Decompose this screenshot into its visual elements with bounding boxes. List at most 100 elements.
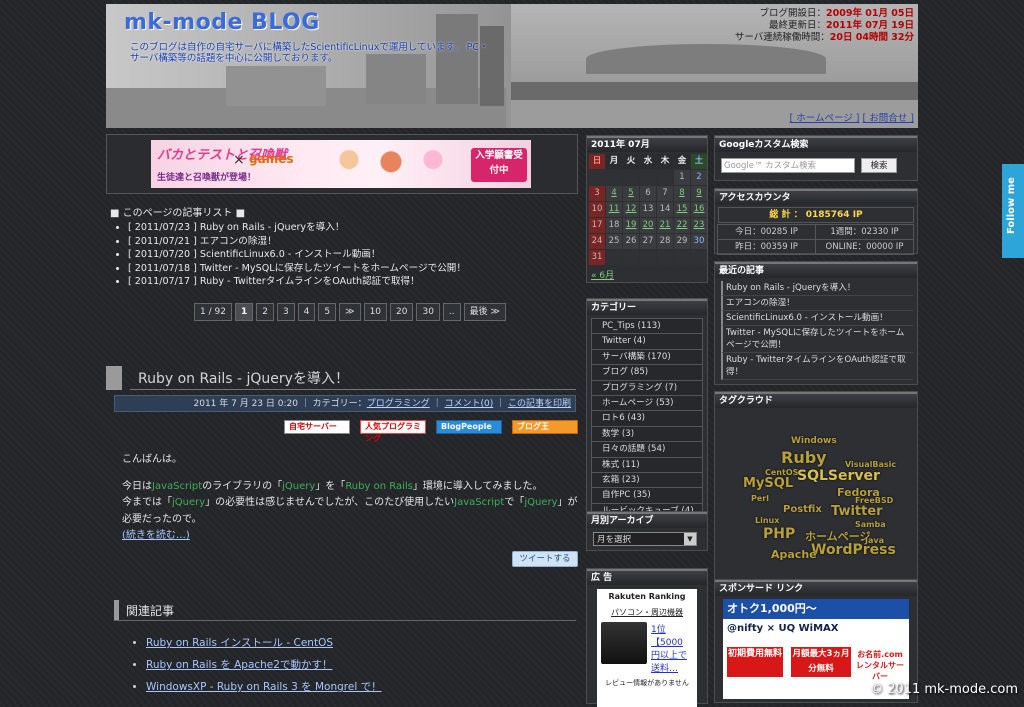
recent-item[interactable]: エアコンの除湿！ (721, 296, 913, 311)
category-item[interactable]: ホームページ (53) (591, 394, 703, 412)
page-1[interactable]: 1 (234, 303, 254, 321)
article-list-item[interactable]: [ 2011/07/23 ] Ruby on Rails - jQueryを導入… (128, 221, 466, 235)
page-10[interactable]: 10 (363, 303, 388, 321)
page-last[interactable]: 最後 ≫ (463, 303, 506, 321)
calendar-day[interactable]: 4 (606, 186, 622, 201)
category-item[interactable]: 日々の話題 (54) (591, 441, 703, 458)
calendar-day[interactable]: 8 (674, 186, 690, 201)
google-search-title: Googleカスタム検索 (715, 136, 917, 152)
calendar-day[interactable]: 23 (691, 218, 707, 233)
calendar-day[interactable]: 19 (623, 218, 639, 233)
calendar-day[interactable]: 5 (623, 186, 639, 201)
category-item[interactable]: 株式 (11) (591, 456, 703, 473)
access-counter-widget: アクセスカウンタ 総 計 ： 0185764 IP 今日：00285 IP 1週間… (714, 188, 918, 255)
blog-title[interactable]: mk-mode BLOG (124, 10, 320, 35)
recent-list: Ruby on Rails - jQueryを導入！ エアコンの除湿！ Scient… (715, 278, 917, 384)
tag-java[interactable]: Java (865, 536, 884, 545)
calendar-day: 6 (640, 186, 656, 201)
tag-postfix[interactable]: Postfix (783, 504, 822, 515)
category-item[interactable]: ロト6 (43) (591, 410, 703, 427)
rakuten-rank-link[interactable]: 1位【5000円以上で送料… (651, 622, 687, 674)
article-list-item[interactable]: [ 2011/07/18 ] Twitter - MySQLに保存したツイートを… (128, 262, 466, 276)
category-item[interactable]: プログラミング (7) (591, 379, 703, 396)
tag-twitter[interactable]: Twitter (831, 504, 883, 519)
calendar-prev-month[interactable]: « 6月 (587, 267, 707, 282)
page-4[interactable]: 4 (297, 303, 316, 321)
page-20[interactable]: 20 (390, 303, 414, 321)
post-comment-link[interactable]: コメント(0) (444, 399, 493, 409)
page-30[interactable]: 30 (416, 303, 440, 321)
calendar-day[interactable]: 11 (606, 202, 622, 217)
category-item[interactable]: Twitter (4) (591, 333, 703, 350)
badge-blogou[interactable]: ブログ王 (512, 420, 578, 434)
page-5[interactable]: 5 (318, 303, 337, 321)
calendar-day[interactable]: 12 (623, 202, 639, 217)
post-category-link[interactable]: プログラミング (367, 399, 430, 409)
google-search-button[interactable]: 検索 (861, 158, 897, 173)
follow-me-tab[interactable]: Follow me (1002, 164, 1024, 258)
archive-title: 月別アーカイブ (587, 512, 707, 528)
post-title[interactable]: Ruby on Rails - jQueryを導入！ (138, 368, 349, 388)
sponsor-ad-onamae: お名前.com レンタルサーバー (856, 650, 904, 681)
related-item[interactable]: Ruby on Rails を Apache2で動かす！ (146, 654, 382, 676)
page-next[interactable]: ≫ (339, 303, 361, 321)
sponsor-title: スポンサード リンク (715, 580, 917, 596)
article-list-item[interactable]: [ 2011/07/20 ] ScientificLinux6.0 - インスト… (128, 248, 466, 262)
related-item[interactable]: Ruby on Rails インストール - CentOS (146, 632, 382, 654)
tag-perl[interactable]: Perl (751, 494, 769, 503)
badge-blogpeople[interactable]: BlogPeople (436, 420, 502, 434)
calendar-day[interactable]: 22 (674, 218, 690, 233)
tag-centos[interactable]: CentOS (765, 468, 798, 477)
category-item[interactable]: PC_Tips (113) (591, 318, 703, 335)
tag-apache[interactable]: Apache (771, 548, 817, 561)
tag-homepage[interactable]: ホームページ (805, 528, 870, 544)
related-list: Ruby on Rails インストール - CentOS Ruby on Ra… (134, 632, 382, 698)
post-print-link[interactable]: この記事を印刷 (508, 399, 571, 409)
calendar-day[interactable]: 20 (640, 218, 656, 233)
calendar-day[interactable]: 16 (691, 202, 707, 217)
page-3[interactable]: 3 (276, 303, 295, 321)
google-search-widget: Googleカスタム検索 Google™ カスタム検索 検索 (714, 135, 918, 181)
article-list-item[interactable]: [ 2011/07/21 ] エアコンの除湿！ (128, 235, 466, 249)
post-paragraph-1: 今日はJavaScriptのライブラリの「jQuery」を「Ruby on Ra… (122, 480, 543, 492)
tag-linux[interactable]: Linux (755, 516, 779, 525)
page-2[interactable]: 2 (256, 303, 274, 321)
calendar-weekday: 月 (606, 154, 622, 169)
calendar-day[interactable]: 15 (674, 202, 690, 217)
tag-freebsd[interactable]: FreeBSD (855, 496, 893, 505)
category-item[interactable]: 数学 (3) (591, 425, 703, 443)
tag-ruby[interactable]: Ruby (781, 448, 827, 467)
chevron-down-icon: ▼ (684, 533, 696, 545)
post-date: 2011 年 7 月 23 日 0:20 ｜ カテゴリー： (193, 399, 367, 409)
recent-item[interactable]: Ruby on Rails - jQueryを導入！ (721, 281, 913, 296)
tag-sqlserver[interactable]: SQLServer (797, 468, 880, 484)
tag-windows[interactable]: Windows (791, 436, 837, 446)
tag-mysql[interactable]: MySQL (743, 476, 793, 491)
article-list-item[interactable]: [ 2011/07/17 ] Ruby - TwitterタイムラインをOAut… (128, 275, 466, 289)
badge-programming[interactable]: 人気プログラミング (360, 420, 426, 443)
contact-link[interactable]: [ お問合せ ] (863, 113, 914, 124)
rakuten-ranking-ad[interactable]: Rakuten Ranking パソコン・周辺機器 1位【5000円以上で送料…… (597, 589, 697, 707)
category-item[interactable]: 自作PC (35) (591, 487, 703, 504)
calendar-day[interactable]: 9 (691, 186, 707, 201)
related-item[interactable]: WindowsXP - Ruby on Rails 3 を Mongrel で！ (146, 676, 382, 698)
badge-home-server[interactable]: 自宅サーバー (284, 420, 350, 434)
tag-php[interactable]: PHP (763, 526, 795, 542)
category-item[interactable]: 玄箱 (23) (591, 471, 703, 489)
calendar-day[interactable]: 21 (657, 218, 673, 233)
tweet-button[interactable]: ツイートする (512, 551, 578, 567)
google-search-input[interactable]: Google™ カスタム検索 (721, 158, 855, 173)
game-banner-ad[interactable]: バカとテストと召喚獣 × games 生徒達と召喚獣が登場！ 入学願書受付中 (151, 140, 531, 188)
recent-item[interactable]: Twitter - MySQLに保存したツイートをホームページで公開！ (721, 326, 913, 353)
home-link[interactable]: [ ホームページ ] (790, 113, 860, 124)
tag-cloud: Windows Ruby SQLServer MySQL Fedora Twit… (715, 408, 917, 584)
archive-select[interactable]: 月を選択 ▼ (593, 532, 697, 546)
tag-visualbasic[interactable]: VisualBasic (845, 460, 896, 469)
calendar-day: 13 (640, 202, 656, 217)
category-item[interactable]: ブログ (85) (591, 364, 703, 381)
recent-item[interactable]: Ruby - TwitterタイムラインをOAuth認証で取得！ (721, 353, 913, 380)
rakuten-category[interactable]: パソコン・周辺機器 (597, 601, 697, 618)
category-item[interactable]: サーバ構築 (170) (591, 348, 703, 366)
recent-item[interactable]: ScientificLinux6.0 - インストール動画！ (721, 311, 913, 326)
read-more-link[interactable]: (続きを読む…) (122, 528, 190, 545)
